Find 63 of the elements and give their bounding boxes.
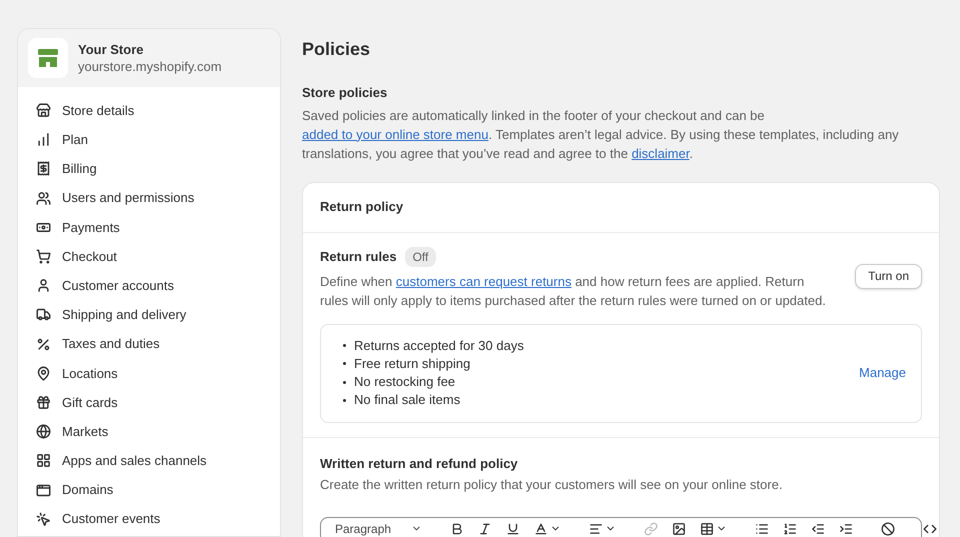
sidebar-item[interactable]: Customer events <box>30 504 268 534</box>
subsection-description: Define when customers can request returns and how return fees are applied. Return rules will only apply to items purchased after the return rules were turned on or updated. <box>320 272 827 310</box>
rule-item: Free return shipping <box>343 354 524 374</box>
receipt-icon <box>36 161 51 176</box>
subsection-title: Written return and refund policy <box>320 454 519 473</box>
sidebar-item[interactable]: Apps and sales channels <box>30 446 268 476</box>
subsection-description: Create the written return policy that your customers will see on your online store. <box>320 476 784 494</box>
italic-icon[interactable] <box>478 522 492 536</box>
sidebar-item[interactable]: Payments <box>30 212 268 242</box>
underline-icon[interactable] <box>506 522 520 536</box>
manage-link[interactable]: Manage <box>859 363 906 383</box>
window-icon <box>36 482 51 498</box>
cart-icon <box>36 249 51 264</box>
rule-item: Returns accepted for 30 days <box>343 336 524 355</box>
clear-format-icon[interactable] <box>881 522 896 536</box>
text-link[interactable]: disclaimer <box>632 146 690 160</box>
globe-icon <box>36 424 51 440</box>
text-link[interactable]: added to your online store menu <box>302 126 488 142</box>
sidebar-item[interactable]: Markets <box>30 417 268 446</box>
sidebar-item[interactable]: Domains <box>30 475 268 505</box>
subsection-title: Return rules <box>320 248 397 266</box>
gift-icon <box>36 394 51 410</box>
bar-chart-icon <box>36 132 51 148</box>
status-badge: Off <box>404 246 436 266</box>
text-link[interactable]: customers can request returns <box>396 274 572 288</box>
turn-on-button[interactable]: Turn on <box>855 264 922 288</box>
sidebar-item[interactable]: Locations <box>30 358 268 388</box>
section-description: Saved policies are automatically linked in the footer of your checkout and can be added to your online store menu. Templates aren’t legal advice. By using these templates, including any translations, you agree that you’ve read and agree to the disclaimer. <box>302 106 900 162</box>
sidebar-item[interactable]: Users and permissions <box>30 184 268 213</box>
bullet-list-icon[interactable] <box>755 522 770 536</box>
person-icon <box>36 278 51 294</box>
section-heading: Store policies <box>302 84 388 102</box>
store-logo-icon <box>28 38 68 78</box>
rule-item: No restocking fee <box>343 373 524 392</box>
card-title: Return policy <box>320 198 404 216</box>
sidebar-item[interactable]: Shipping and delivery <box>30 300 268 330</box>
sidebar-item[interactable]: Billing <box>30 154 268 184</box>
bold-icon[interactable] <box>450 522 464 536</box>
store-url: yourstore.myshopify.com <box>78 58 222 75</box>
store-name: Your Store <box>78 41 144 58</box>
users-icon <box>36 190 51 206</box>
sidebar-item[interactable]: Store details <box>30 96 268 126</box>
percent-icon <box>36 336 51 352</box>
image-icon[interactable] <box>672 522 686 536</box>
align-icon[interactable] <box>589 522 616 536</box>
sidebar-item[interactable]: Customer accounts <box>30 271 268 300</box>
table-icon[interactable] <box>700 522 728 536</box>
pointer-click-icon <box>36 512 51 527</box>
outdent-icon[interactable] <box>811 522 826 536</box>
page-title: Policies <box>302 38 372 61</box>
block-format-select[interactable]: Paragraph <box>335 522 422 536</box>
text-color-icon[interactable] <box>534 522 562 536</box>
grid-icon <box>36 453 51 468</box>
sidebar-item[interactable]: Gift cards <box>30 388 268 418</box>
sidebar-item[interactable]: Checkout <box>30 242 268 272</box>
truck-icon <box>36 307 51 322</box>
indent-icon[interactable] <box>839 522 854 536</box>
sidebar-item[interactable]: Plan <box>30 125 268 154</box>
store-icon <box>36 103 51 118</box>
map-pin-icon <box>36 366 51 381</box>
numbered-list-icon[interactable] <box>783 522 798 536</box>
sidebar-item[interactable]: Taxes and duties <box>30 330 268 359</box>
rule-item: No final sale items <box>343 391 524 410</box>
